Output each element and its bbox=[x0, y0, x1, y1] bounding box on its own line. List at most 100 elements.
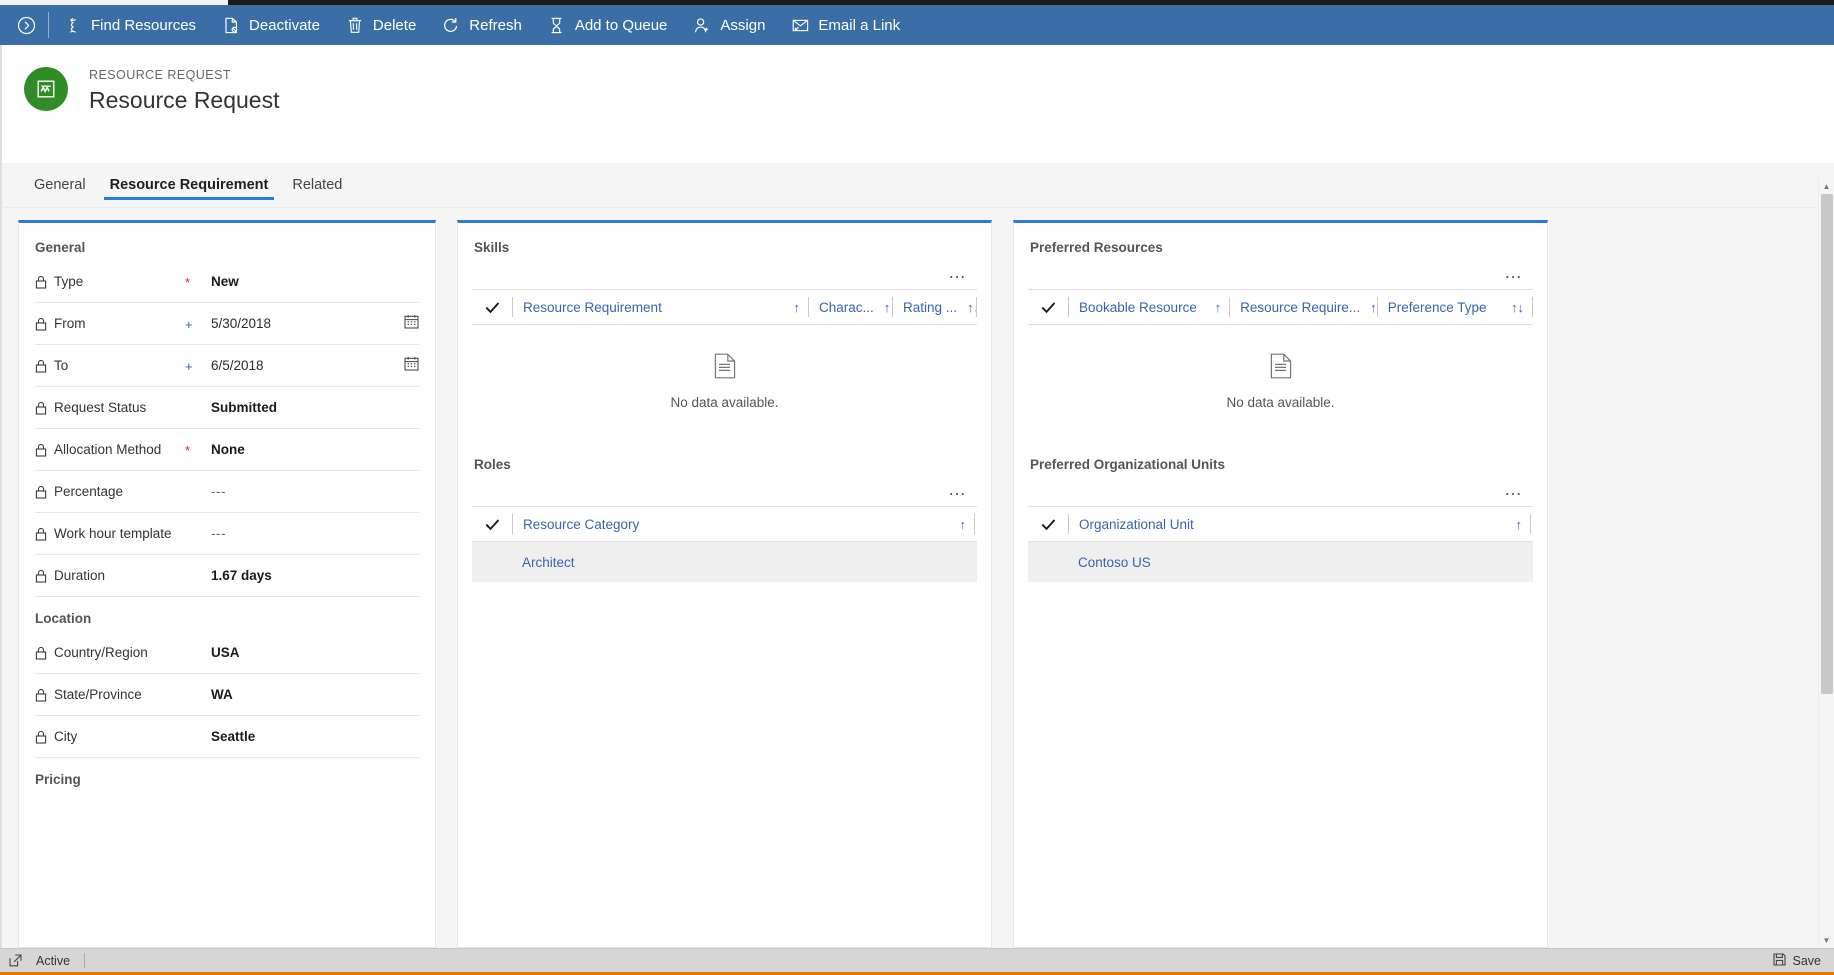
field-label-text: Percentage bbox=[54, 484, 124, 499]
field-marker-spacer bbox=[185, 575, 211, 577]
save-label: Save bbox=[1792, 953, 1822, 968]
field-label: From bbox=[35, 316, 185, 331]
record-header-text: RESOURCE REQUEST Resource Request bbox=[89, 67, 280, 114]
general-field-row[interactable]: From +5/30/2018 bbox=[35, 303, 419, 345]
field-value[interactable]: --- bbox=[211, 484, 419, 499]
preferred-org-units-row-cell[interactable]: Contoso US bbox=[1068, 555, 1530, 570]
field-value[interactable]: WA bbox=[211, 687, 419, 702]
tab-related[interactable]: Related bbox=[280, 163, 354, 207]
roles-select-all-checkmark-icon[interactable] bbox=[472, 518, 512, 531]
deactivate-label: Deactivate bbox=[249, 16, 320, 34]
sort-ascending-icon[interactable]: ↑ bbox=[1516, 517, 1523, 532]
save-button[interactable]: Save bbox=[1772, 952, 1834, 969]
page-vertical-scrollbar[interactable]: ▲ ▼ bbox=[1818, 178, 1834, 948]
roles-column-header[interactable]: Resource Category ↑ bbox=[512, 514, 974, 534]
roles-row-cell[interactable]: Architect bbox=[512, 555, 974, 570]
entity-kind-label: RESOURCE REQUEST bbox=[89, 68, 231, 82]
field-label-text: Request Status bbox=[54, 400, 147, 415]
field-value[interactable]: Submitted bbox=[211, 400, 419, 415]
sort-ascending-icon[interactable]: ↑ bbox=[1215, 300, 1222, 315]
general-field-row[interactable]: Type * New bbox=[35, 261, 419, 303]
delete-button[interactable]: Delete bbox=[333, 5, 429, 45]
field-value[interactable]: --- bbox=[211, 526, 419, 541]
field-value[interactable]: 1.67 days bbox=[211, 568, 419, 583]
left-card-scroll-area[interactable] bbox=[428, 223, 435, 947]
general-field-row[interactable]: Duration 1.67 days bbox=[35, 555, 419, 597]
general-field-row[interactable]: To +6/5/2018 bbox=[35, 345, 419, 387]
column-header-label: Preference Type bbox=[1387, 299, 1487, 315]
delete-label: Delete bbox=[372, 16, 417, 34]
calendar-icon[interactable] bbox=[404, 314, 419, 334]
add-to-queue-button[interactable]: Add to Queue bbox=[535, 5, 681, 45]
assign-button[interactable]: Assign bbox=[680, 5, 778, 45]
preferred-org-units-subgrid-title: Preferred Organizational Units bbox=[1030, 457, 1226, 472]
field-label-text: City bbox=[54, 729, 78, 744]
preferred-org-units-column-header-end bbox=[1530, 514, 1531, 534]
skills-column-header[interactable]: Rating ... ↑↓ bbox=[891, 297, 976, 317]
scroll-down-arrow-icon[interactable]: ▼ bbox=[1819, 932, 1834, 948]
preferred-resources-subgrid-title: Preferred Resources bbox=[1030, 240, 1163, 255]
table-row[interactable]: Architect bbox=[472, 542, 977, 582]
tab-resource-requirement[interactable]: Resource Requirement bbox=[98, 163, 281, 207]
scroll-up-arrow-icon[interactable]: ▲ bbox=[1819, 178, 1834, 194]
skills-column-header[interactable]: Charac... ↑↓ bbox=[807, 297, 892, 317]
record-state-label: Active bbox=[36, 953, 71, 968]
open-in-new-window-icon[interactable] bbox=[0, 954, 30, 967]
field-value[interactable]: None bbox=[211, 442, 419, 457]
field-value[interactable]: USA bbox=[211, 645, 419, 660]
field-label: Work hour template bbox=[35, 526, 185, 541]
preferred-resources-empty-state: No data available. bbox=[1028, 325, 1533, 440]
calendar-icon[interactable] bbox=[404, 356, 419, 376]
email-a-link-button[interactable]: Email a Link bbox=[778, 5, 913, 45]
location-field-row[interactable]: City Seattle bbox=[35, 716, 419, 758]
recommended-plus-icon: + bbox=[185, 359, 193, 374]
field-value[interactable]: New bbox=[211, 274, 419, 289]
general-field-row[interactable]: Work hour template --- bbox=[35, 513, 419, 555]
location-field-row[interactable]: State/Province WA bbox=[35, 674, 419, 716]
field-label-text: Work hour template bbox=[54, 526, 172, 541]
sort-ascending-icon[interactable]: ↑ bbox=[960, 517, 967, 532]
sort-toggle-icon[interactable]: ↑↓ bbox=[1511, 300, 1524, 315]
field-marker-spacer bbox=[185, 694, 211, 696]
refresh-button[interactable]: Refresh bbox=[429, 5, 535, 45]
skills-more-commands-button[interactable]: … bbox=[942, 263, 973, 281]
location-field-row[interactable]: Country/Region USA bbox=[35, 632, 419, 674]
sort-toggle-icon[interactable]: ↑↓ bbox=[884, 300, 892, 315]
preferred-resources-select-all-checkmark-icon[interactable] bbox=[1028, 301, 1068, 314]
preferred-resources-column-header[interactable]: Preference Type ↑↓ bbox=[1376, 297, 1532, 317]
assign-person-icon bbox=[693, 16, 711, 34]
tab-general[interactable]: General bbox=[22, 163, 98, 207]
page-title: Resource Request bbox=[89, 87, 280, 113]
preferred-resources-column-header-end bbox=[1532, 297, 1533, 317]
preferred-org-units-more-commands-button[interactable]: … bbox=[1498, 480, 1529, 498]
preferred-org-units-column-header[interactable]: Organizational Unit ↑ bbox=[1068, 514, 1530, 534]
sort-toggle-icon[interactable]: ↑↓ bbox=[967, 300, 976, 315]
roles-grid-header: Resource Category ↑ bbox=[472, 506, 977, 542]
skills-subgrid: Skills … Resource Requirement ↑ Charac... ↑… bbox=[458, 223, 991, 440]
skills-empty-text: No data available. bbox=[670, 395, 779, 410]
preferred-resources-column-header[interactable]: Bookable Resource ↑ bbox=[1068, 297, 1229, 317]
general-field-row[interactable]: Request Status Submitted bbox=[35, 387, 419, 429]
skills-column-header[interactable]: Resource Requirement ↑ bbox=[512, 297, 808, 317]
deactivate-button[interactable]: Deactivate bbox=[209, 5, 333, 45]
field-value[interactable]: Seattle bbox=[211, 729, 419, 744]
general-field-row[interactable]: Percentage --- bbox=[35, 471, 419, 513]
general-field-row[interactable]: Allocation Method * None bbox=[35, 429, 419, 471]
field-label-text: To bbox=[54, 358, 69, 373]
field-value[interactable]: 6/5/2018 bbox=[211, 358, 404, 373]
roles-grid-body: Architect bbox=[472, 542, 977, 582]
scrollbar-thumb[interactable] bbox=[1821, 194, 1833, 694]
table-row[interactable]: Contoso US bbox=[1028, 542, 1533, 582]
field-label-text: State/Province bbox=[54, 687, 142, 702]
preferred-org-units-select-all-checkmark-icon[interactable] bbox=[1028, 518, 1068, 531]
required-asterisk-icon: * bbox=[185, 275, 191, 290]
find-resources-button[interactable]: Find Resources bbox=[51, 5, 209, 45]
assign-label: Assign bbox=[720, 16, 766, 34]
skills-select-all-checkmark-icon[interactable] bbox=[472, 301, 512, 314]
preferred-resources-column-header[interactable]: Resource Require...↑↓ bbox=[1229, 297, 1377, 317]
sort-ascending-icon[interactable]: ↑ bbox=[793, 300, 800, 315]
field-value[interactable]: 5/30/2018 bbox=[211, 316, 404, 331]
clock-back-icon[interactable] bbox=[4, 5, 48, 45]
roles-more-commands-button[interactable]: … bbox=[942, 480, 973, 498]
preferred-resources-more-commands-button[interactable]: … bbox=[1498, 263, 1529, 281]
